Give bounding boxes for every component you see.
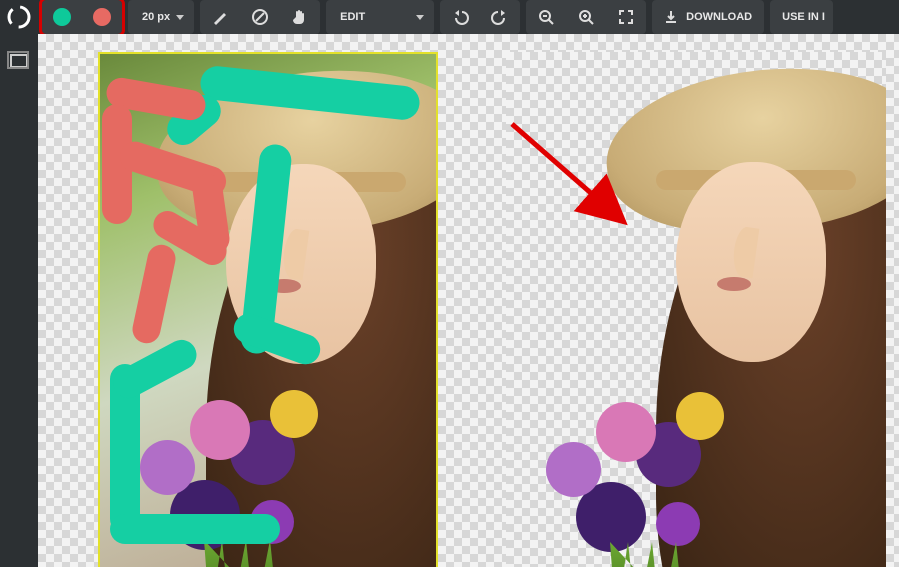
fit-screen-button[interactable] — [606, 0, 646, 34]
zoom-out-button[interactable] — [526, 0, 566, 34]
marker-color-group — [42, 0, 122, 34]
edit-dropdown[interactable]: EDIT — [326, 0, 434, 34]
canvas-area[interactable] — [38, 34, 899, 567]
layers-button[interactable] — [10, 54, 28, 68]
source-image[interactable] — [98, 52, 438, 567]
download-icon — [664, 10, 678, 24]
pan-tool-button[interactable] — [280, 0, 320, 34]
download-label: DOWNLOAD — [686, 11, 752, 23]
brush-size-dropdown[interactable]: 20 px — [128, 0, 194, 34]
layers-icon — [10, 54, 28, 68]
zoom-group — [526, 0, 646, 34]
app-logo[interactable] — [6, 4, 32, 30]
history-group — [440, 0, 520, 34]
red-dot-icon — [93, 8, 111, 26]
photo-cutout — [506, 52, 886, 567]
brush-tool-button[interactable] — [200, 0, 240, 34]
chevron-down-icon — [416, 15, 424, 20]
result-image[interactable] — [506, 52, 886, 567]
top-toolbar: 20 px EDIT — [0, 0, 899, 34]
brush-size-label: 20 px — [142, 11, 170, 23]
green-dot-icon — [53, 8, 71, 26]
remove-marker-button[interactable] — [82, 0, 122, 34]
keep-marker-button[interactable] — [42, 0, 82, 34]
download-button[interactable]: DOWNLOAD — [652, 0, 764, 34]
use-in-label: USE IN I — [782, 11, 825, 23]
erase-tool-button[interactable] — [240, 0, 280, 34]
undo-button[interactable] — [440, 0, 480, 34]
redo-button[interactable] — [480, 0, 520, 34]
zoom-in-button[interactable] — [566, 0, 606, 34]
workspace — [0, 34, 899, 567]
result-panel — [498, 34, 899, 567]
chevron-down-icon — [176, 15, 184, 20]
edit-label: EDIT — [340, 11, 365, 23]
source-panel — [38, 34, 498, 567]
left-rail — [0, 34, 38, 567]
tool-group-draw — [200, 0, 320, 34]
keep-stroke — [110, 514, 280, 544]
use-in-button[interactable]: USE IN I — [770, 0, 833, 34]
